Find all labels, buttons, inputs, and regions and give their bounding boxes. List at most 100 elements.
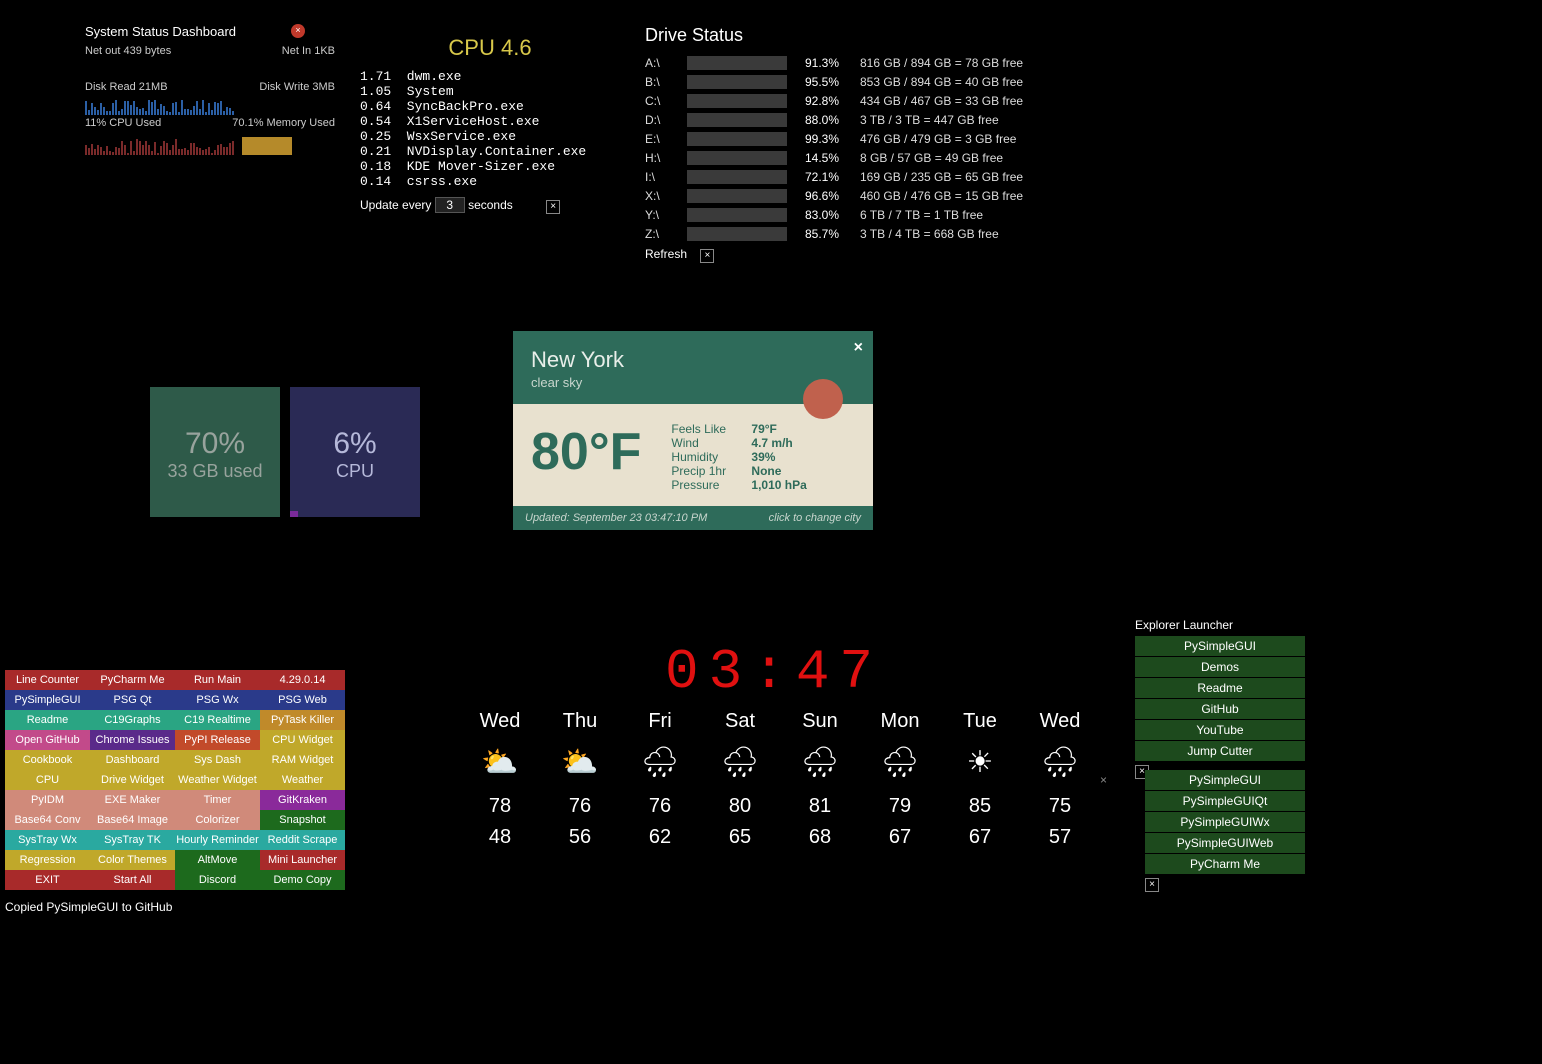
temp-high: 75 <box>1030 795 1090 818</box>
drive-status-widget: Drive Status A:\91.3%816 GB / 894 GB = 7… <box>645 25 1125 263</box>
weather-detail-val: 39% <box>751 450 775 464</box>
launcher-button[interactable]: Discord <box>175 870 260 890</box>
drive-pct: 85.7% <box>805 227 860 241</box>
launcher-button[interactable]: PyCharm Me <box>90 670 175 690</box>
drive-letter: Z:\ <box>645 227 687 241</box>
launcher-button[interactable]: Demo Copy <box>260 870 345 890</box>
launcher-button[interactable]: Regression <box>5 850 90 870</box>
launcher-button[interactable]: Chrome Issues <box>90 730 175 750</box>
launcher-button[interactable]: Base64 Conv <box>5 810 90 830</box>
refresh-button[interactable]: Refresh <box>645 247 687 261</box>
launcher-button[interactable]: Open GitHub <box>5 730 90 750</box>
drive-bar <box>687 227 787 241</box>
drive-pct: 83.0% <box>805 208 860 222</box>
explorer-item[interactable]: PySimpleGUI <box>1145 770 1305 790</box>
launcher-button[interactable]: Weather Widget <box>175 770 260 790</box>
forecast-day: Wed🌧7557 <box>1030 710 1090 849</box>
weather-detail-key: Pressure <box>671 478 751 492</box>
launcher-button[interactable]: EXIT <box>5 870 90 890</box>
launcher-button[interactable]: Readme <box>5 710 90 730</box>
launcher-button[interactable]: GitKraken <box>260 790 345 810</box>
launcher-button[interactable]: SysTray Wx <box>5 830 90 850</box>
launcher-button[interactable]: SysTray TK <box>90 830 175 850</box>
close-icon[interactable]: × <box>1145 878 1159 892</box>
explorer-item[interactable]: YouTube <box>1135 720 1305 740</box>
net-graph <box>85 61 335 79</box>
launcher-button[interactable]: PyPI Release <box>175 730 260 750</box>
explorer-item[interactable]: PySimpleGUIWx <box>1145 812 1305 832</box>
update-seconds-input[interactable]: 3 <box>435 197 465 213</box>
launcher-button[interactable]: PSG Qt <box>90 690 175 710</box>
close-icon[interactable]: × <box>546 200 560 214</box>
explorer-item[interactable]: PySimpleGUI <box>1135 636 1305 656</box>
drive-pct: 88.0% <box>805 113 860 127</box>
drive-status-title: Drive Status <box>645 25 1125 46</box>
launcher-button[interactable]: Drive Widget <box>90 770 175 790</box>
drive-row: E:\99.3%476 GB / 479 GB = 3 GB free <box>645 132 1125 146</box>
net-in-label: Net In 1KB <box>282 45 335 57</box>
launcher-button[interactable]: PSG Wx <box>175 690 260 710</box>
launcher-button[interactable]: Timer <box>175 790 260 810</box>
launcher-button[interactable]: Cookbook <box>5 750 90 770</box>
launcher-button[interactable]: PySimpleGUI <box>5 690 90 710</box>
explorer-item[interactable]: PySimpleGUIWeb <box>1145 833 1305 853</box>
weather-updated: Updated: September 23 03:47:10 PM <box>525 512 707 524</box>
launcher-button[interactable]: Start All <box>90 870 175 890</box>
launcher-button[interactable]: Reddit Scrape <box>260 830 345 850</box>
drive-pct: 14.5% <box>805 151 860 165</box>
explorer-item[interactable]: PyCharm Me <box>1145 854 1305 874</box>
launcher-button[interactable]: PSG Web <box>260 690 345 710</box>
launcher-button[interactable]: Run Main <box>175 670 260 690</box>
launcher-button[interactable]: RAM Widget <box>260 750 345 770</box>
temp-high: 76 <box>630 795 690 818</box>
explorer-item[interactable]: Demos <box>1135 657 1305 677</box>
day-name: Wed <box>470 710 530 733</box>
explorer-item[interactable]: Jump Cutter <box>1135 741 1305 761</box>
forecast-day: Tue☀8567 <box>950 710 1010 849</box>
launcher-button[interactable]: Weather <box>260 770 345 790</box>
close-icon[interactable]: × <box>1100 773 1107 787</box>
process-row: 0.25 WsxService.exe <box>360 129 620 144</box>
weather-icon: 🌧 <box>870 739 930 787</box>
launcher-button[interactable]: Line Counter <box>5 670 90 690</box>
explorer-item[interactable]: GitHub <box>1135 699 1305 719</box>
cpu-tile: 6% CPU <box>290 387 420 517</box>
launcher-button[interactable]: AltMove <box>175 850 260 870</box>
drive-desc: 3 TB / 4 TB = 668 GB free <box>860 227 999 241</box>
drive-pct: 72.1% <box>805 170 860 184</box>
launcher-button[interactable]: PyIDM <box>5 790 90 810</box>
launcher-button[interactable]: Dashboard <box>90 750 175 770</box>
launcher-button[interactable]: Hourly Reminder <box>175 830 260 850</box>
launcher-button[interactable]: EXE Maker <box>90 790 175 810</box>
drive-pct: 92.8% <box>805 94 860 108</box>
launcher-button[interactable]: C19Graphs <box>90 710 175 730</box>
launcher-button[interactable]: 4.29.0.14 <box>260 670 345 690</box>
launcher-button[interactable]: Colorizer <box>175 810 260 830</box>
launcher-button[interactable]: PyTask Killer <box>260 710 345 730</box>
launcher-button[interactable]: Snapshot <box>260 810 345 830</box>
launcher-button[interactable]: Base64 Image <box>90 810 175 830</box>
explorer-launcher: Explorer Launcher PySimpleGUIDemosReadme… <box>1135 618 1305 779</box>
drive-letter: Y:\ <box>645 208 687 222</box>
launcher-button[interactable]: CPU <box>5 770 90 790</box>
close-icon[interactable]: × <box>291 24 305 38</box>
launcher-button[interactable]: Color Themes <box>90 850 175 870</box>
change-city-link[interactable]: click to change city <box>769 512 861 524</box>
launcher-button[interactable]: Mini Launcher <box>260 850 345 870</box>
launcher-button[interactable]: Sys Dash <box>175 750 260 770</box>
process-row: 1.05 System <box>360 84 620 99</box>
temp-low: 65 <box>710 826 770 849</box>
launcher-button[interactable]: CPU Widget <box>260 730 345 750</box>
drive-row: Z:\ 85.7%3 TB / 4 TB = 668 GB free <box>645 227 1125 241</box>
launcher-button[interactable]: C19 Realtime <box>175 710 260 730</box>
drive-letter: A:\ <box>645 56 687 70</box>
explorer-item[interactable]: PySimpleGUIQt <box>1145 791 1305 811</box>
drive-row: Y:\83.0%6 TB / 7 TB = 1 TB free <box>645 208 1125 222</box>
forecast-day: Fri🌧7662 <box>630 710 690 849</box>
explorer-item[interactable]: Readme <box>1135 678 1305 698</box>
weather-detail-val: 79°F <box>751 422 776 436</box>
close-icon[interactable]: × <box>700 249 714 263</box>
close-icon[interactable]: × <box>854 339 863 357</box>
weather-city: New York <box>531 347 855 373</box>
drive-pct: 95.5% <box>805 75 860 89</box>
